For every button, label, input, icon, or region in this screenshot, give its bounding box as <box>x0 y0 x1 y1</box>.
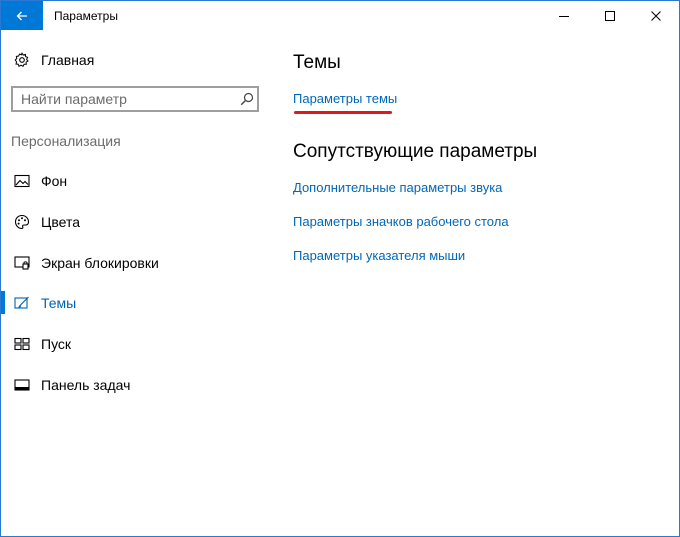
active-indicator <box>1 291 5 314</box>
picture-icon <box>14 174 30 188</box>
lock-screen-icon <box>14 256 30 270</box>
sidebar-item-label: Панель задач <box>41 377 131 393</box>
settings-window: Параметры Главная Найти параметр Персона… <box>0 0 680 537</box>
close-button[interactable] <box>633 1 679 30</box>
theme-settings-link[interactable]: Параметры темы <box>293 91 397 106</box>
search-box[interactable] <box>11 86 259 112</box>
sidebar-item-label: Темы <box>41 295 77 311</box>
sidebar-item-label: Фон <box>41 173 68 189</box>
search-icon[interactable] <box>240 92 254 106</box>
start-icon <box>14 337 30 351</box>
palette-icon <box>14 214 30 230</box>
main-content: Темы Параметры темы Сопутствующие параме… <box>293 30 673 530</box>
maximize-icon <box>605 10 615 21</box>
title-bar: Параметры <box>1 1 679 30</box>
red-underline-annotation <box>294 111 392 114</box>
back-arrow-icon <box>16 11 27 20</box>
sidebar-item-label: Цвета <box>41 214 80 230</box>
sidebar-item-label: Пуск <box>41 336 72 352</box>
window-title: Параметры <box>54 9 118 23</box>
themes-icon <box>14 296 29 309</box>
maximize-button[interactable] <box>587 1 633 30</box>
minimize-icon <box>559 15 569 17</box>
sidebar: Главная Персонализация Фон <box>1 30 271 536</box>
close-icon <box>651 10 661 21</box>
related-settings-title: Сопутствующие параметры <box>293 141 538 162</box>
back-button[interactable] <box>1 1 43 30</box>
sidebar-item-start[interactable]: Пуск <box>1 324 271 364</box>
desktop-icons-settings-link[interactable]: Параметры значков рабочего стола <box>293 214 509 229</box>
page-title: Темы <box>293 52 341 73</box>
sidebar-item-lock-screen[interactable]: Экран блокировки <box>1 243 271 283</box>
search-input[interactable] <box>21 90 231 108</box>
sidebar-item-home[interactable]: Главная <box>1 49 271 71</box>
minimize-button[interactable] <box>541 1 587 30</box>
taskbar-icon <box>14 379 30 391</box>
sidebar-item-colors[interactable]: Цвета <box>1 202 271 242</box>
mouse-pointer-settings-link[interactable]: Параметры указателя мыши <box>293 248 465 263</box>
sidebar-item-label: Главная <box>41 52 95 68</box>
section-label: Персонализация <box>11 133 121 149</box>
gear-icon <box>14 52 29 68</box>
sidebar-item-taskbar[interactable]: Панель задач <box>1 365 271 405</box>
sidebar-item-background[interactable]: Фон <box>1 161 271 201</box>
sidebar-item-themes[interactable]: Темы <box>1 283 271 323</box>
sidebar-item-label: Экран блокировки <box>41 255 159 271</box>
sound-settings-link[interactable]: Дополнительные параметры звука <box>293 180 502 195</box>
